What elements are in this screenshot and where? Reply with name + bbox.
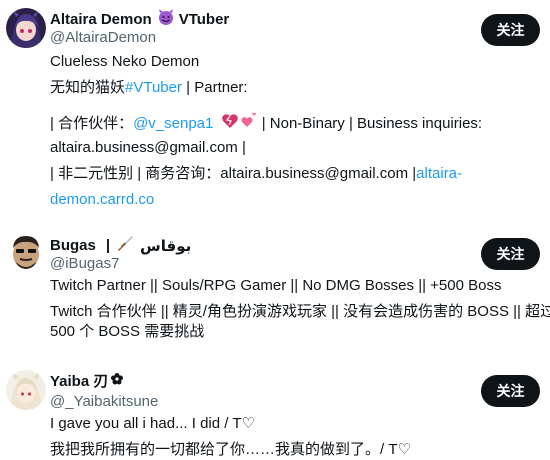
user-handle[interactable]: @_Yaibakitsune (50, 392, 158, 412)
user-handle[interactable]: @iBugas7 (50, 254, 119, 274)
flower-emoji-icon (110, 372, 124, 392)
bio-line: 我把我所拥有的一切都给了你……我真的做到了。/ T♡ (50, 441, 411, 458)
bio-line: 500 个 BOSS 需要挑战 (50, 323, 205, 340)
website-link[interactable]: altaira- (416, 165, 462, 182)
display-name-arabic[interactable]: بوقاس (140, 236, 191, 256)
bio-line: Twitch 合作伙伴 || 精灵/角色扮演游戏玩家 || 没有会造成伤害的 B… (50, 303, 550, 320)
bio-line: | 非二元性别 | 商务咨询：altaira.business@gmail.co… (50, 164, 462, 184)
display-name-row[interactable]: Yaiba 刃 (50, 372, 124, 392)
user-cell-altaira[interactable]: Altaira Demon VTuber @AltairaDemon 关注 Cl… (0, 0, 550, 222)
avatar[interactable] (6, 8, 46, 48)
follow-button[interactable]: 关注 (481, 238, 540, 270)
avatar[interactable] (6, 232, 46, 272)
display-name-suffix[interactable]: VTuber (179, 10, 230, 30)
smiling-devil-emoji-icon (157, 8, 175, 32)
user-cell-bugas[interactable]: Bugas | بوقاس @iBugas7 关注 Twitch Partner… (0, 222, 550, 352)
bio-text: 无知的猫妖 (50, 79, 126, 96)
bio-line: altaira.business@gmail.com | (50, 139, 246, 156)
bio-line: 无知的猫妖#VTuber | Partner: (50, 78, 248, 98)
user-cell-yaiba[interactable]: Yaiba 刃 @_Yaibakitsune 关注 I gave you all… (0, 352, 550, 460)
bio-text: | Partner: (182, 79, 248, 96)
bio-line: Clueless Neko Demon (50, 53, 200, 70)
display-name[interactable]: Bugas (50, 236, 96, 256)
mention-link[interactable]: @v_senpa1 (133, 115, 213, 132)
bio-line: Twitch Partner || Souls/RPG Gamer || No … (50, 277, 502, 294)
user-handle[interactable]: @AltairaDemon (50, 28, 156, 48)
bio-text: | Non-Binary | Business inquiries: (257, 114, 483, 132)
follow-button[interactable]: 关注 (481, 14, 540, 46)
follow-button[interactable]: 关注 (481, 375, 540, 407)
bio-text: | 非二元性别 | 商务咨询：altaira.business@gmail.co… (50, 165, 417, 182)
hashtag-link[interactable]: #VTuber (125, 79, 182, 96)
display-name[interactable]: Altaira Demon (50, 10, 152, 30)
website-link[interactable]: demon.carrd.co (50, 190, 154, 210)
avatar[interactable] (6, 370, 46, 410)
bio-text: | 合作伙伴： (50, 114, 134, 132)
bio-line: I gave you all i had... I did / T♡ (50, 415, 255, 432)
bio-line: | 合作伙伴：@v_senpa1 | Non-Binary | Business… (50, 112, 482, 136)
display-name[interactable]: Yaiba 刃 (50, 372, 108, 392)
name-separator: | (105, 237, 111, 254)
hearts-emoji-icon (221, 112, 257, 136)
